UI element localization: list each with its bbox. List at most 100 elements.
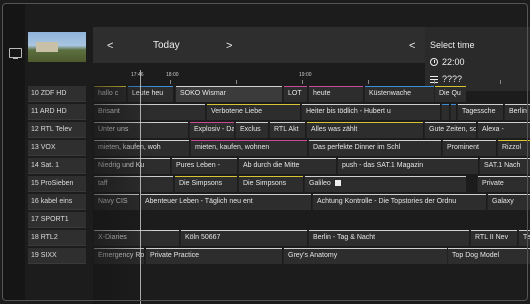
program-cell[interactable]: taff	[93, 176, 173, 192]
program-title: Grey's Anatomy	[288, 252, 338, 259]
live-preview-thumbnail[interactable]	[28, 32, 86, 62]
program-title: mieten, kaufen, wohnen	[195, 144, 270, 151]
program-cell[interactable]: Die Simpsons	[174, 176, 237, 192]
program-cell[interactable]: Die Simpsons	[238, 176, 303, 192]
channel-row: 14 Sat. 1 Niedrig und Ku Pures Leben - Ab d…	[28, 158, 530, 176]
program-cell[interactable]: SAT.1 Nach	[479, 158, 530, 174]
channel-label[interactable]: 16 kabel eins	[28, 194, 86, 210]
program-cell[interactable]: Das perfekte Dinner im Schl	[308, 140, 441, 156]
genre-color-bar	[443, 140, 496, 141]
program-title: Pures Leben -	[176, 162, 220, 169]
next-day-button[interactable]: >	[226, 40, 232, 52]
program-cell[interactable]: Galileo	[304, 176, 466, 192]
channel-row: 17 SPORT1	[28, 212, 530, 230]
program-cell[interactable]: Tagessche	[457, 104, 503, 120]
program-cell[interactable]: Alles was zählt	[306, 122, 423, 138]
program-cell[interactable]: Rizzol	[497, 140, 530, 156]
program-title: Die Simpsons	[179, 180, 223, 187]
program-title: Private	[482, 180, 504, 187]
program-cell[interactable]: Exclus	[235, 122, 268, 138]
genre-color-bar	[181, 230, 307, 231]
program-cell[interactable]: Die Qu	[434, 86, 466, 102]
program-cell[interactable]: Heiter bis tödlich - Hubert u	[301, 104, 440, 120]
prev-day-button[interactable]: <	[107, 40, 113, 52]
program-cell[interactable]	[441, 104, 449, 120]
program-cell[interactable]: Berlin	[504, 104, 530, 120]
program-title: Private Practice	[150, 252, 200, 259]
program-cell[interactable]: RTL II Nev	[470, 230, 517, 246]
program-title: Alexa -	[482, 126, 504, 133]
program-cell[interactable]: Galaxy	[487, 194, 530, 210]
channel-label[interactable]: 12 RTL Telev	[28, 122, 86, 138]
channel-label[interactable]: 19 SIXX	[28, 248, 86, 264]
program-cell[interactable]: LOT	[283, 86, 307, 102]
current-date-label: Today	[153, 40, 180, 51]
genre-color-bar	[94, 248, 144, 249]
program-cell[interactable]: Berlin - Tag & Nacht	[308, 230, 469, 246]
program-cell[interactable]: RTL Akt	[269, 122, 305, 138]
program-cell[interactable]: hallo c	[93, 86, 126, 102]
program-cell[interactable]: Top Dog Model	[447, 248, 530, 264]
panel-back-button[interactable]: <	[409, 40, 415, 52]
time-label-19: 19:00	[299, 72, 312, 78]
program-title: Gute Zeiten, schlec	[429, 126, 476, 133]
genre-color-bar	[190, 122, 234, 123]
program-cell[interactable]: Niedrig und Ku	[93, 158, 170, 174]
channel-label[interactable]: 13 VOX	[28, 140, 86, 156]
program-cell[interactable]: Brisant	[93, 104, 205, 120]
program-cell[interactable]	[450, 104, 456, 120]
tv-guide-screen: < Today > < Select time 22:00 ???? 17:46…	[0, 0, 530, 304]
channel-label[interactable]: 18 RTL2	[28, 230, 86, 246]
program-title: Achtung Kontrolle - Die Topstories der O…	[317, 198, 457, 205]
tv-screen-icon[interactable]	[9, 48, 22, 59]
program-cell[interactable]: push - das SAT.1 Magazin	[337, 158, 478, 174]
program-cell[interactable]: Teenie	[518, 230, 530, 246]
program-cell[interactable]: Private Practice	[145, 248, 282, 264]
program-cell[interactable]: Gute Zeiten, schlec	[424, 122, 476, 138]
program-cell[interactable]: Pures Leben -	[171, 158, 237, 174]
program-cell[interactable]: heute	[308, 86, 363, 102]
left-sidebar	[3, 4, 25, 300]
genre-color-bar	[425, 122, 476, 123]
genre-color-bar	[338, 158, 478, 159]
program-title: Berlin - Tag & Nacht	[313, 234, 376, 241]
program-cell[interactable]: mieten, kaufen, woh	[93, 140, 189, 156]
program-cell[interactable]: Alexa -	[477, 122, 530, 138]
program-cell[interactable]: Ab durch die Mitte	[238, 158, 336, 174]
program-cell[interactable]: Emergency Room	[93, 248, 144, 264]
program-cell[interactable]: X-Diaries	[93, 230, 179, 246]
program-cell[interactable]: mieten, kaufen, wohnen	[190, 140, 307, 156]
program-title: Niedrig und Ku	[98, 162, 145, 169]
program-cell[interactable]: Leute heu	[127, 86, 173, 102]
program-cell[interactable]: Köln 50667	[180, 230, 307, 246]
program-cell[interactable]: Private	[477, 176, 530, 192]
program-cell[interactable]: SOKO Wismar	[175, 86, 282, 102]
genre-color-bar	[309, 140, 441, 141]
program-cell[interactable]: Abenteuer Leben - Täglich neu ent	[140, 194, 311, 210]
program-title: Heiter bis tödlich - Hubert u	[306, 108, 391, 115]
genre-color-bar	[442, 104, 449, 105]
channel-label[interactable]: 14 Sat. 1	[28, 158, 86, 174]
select-time-title: Select time	[430, 40, 475, 50]
program-cell[interactable]: Achtung Kontrolle - Die Topstories der O…	[312, 194, 486, 210]
channel-label[interactable]: 15 ProSieben	[28, 176, 86, 192]
program-title: Ab durch die Mitte	[243, 162, 300, 169]
program-cell[interactable]: Prominent	[442, 140, 496, 156]
program-cell[interactable]: Navy CIS	[93, 194, 139, 210]
channel-label[interactable]: 17 SPORT1	[28, 212, 86, 228]
genre-color-bar	[309, 230, 469, 231]
program-cell[interactable]: Explosiv - Das	[189, 122, 234, 138]
program-title: Berlin	[509, 108, 527, 115]
channel-label[interactable]: 11 ARD HD	[28, 104, 86, 120]
program-cell[interactable]: Küstenwache	[364, 86, 434, 102]
genre-color-bar	[94, 158, 170, 159]
genre-color-bar	[488, 194, 530, 195]
program-cell[interactable]: Verbotene Liebe	[206, 104, 300, 120]
channel-label[interactable]: 10 ZDF HD	[28, 86, 86, 102]
program-cell[interactable]: Grey's Anatomy	[283, 248, 457, 264]
channel-row: 18 RTL2 X-Diaries Köln 50667 Berlin - Tag &…	[28, 230, 530, 248]
program-title: Küstenwache	[369, 90, 412, 97]
program-title: Alles was zählt	[311, 126, 358, 133]
genre-color-bar	[94, 230, 179, 231]
time-option[interactable]: 22:00	[430, 57, 465, 67]
